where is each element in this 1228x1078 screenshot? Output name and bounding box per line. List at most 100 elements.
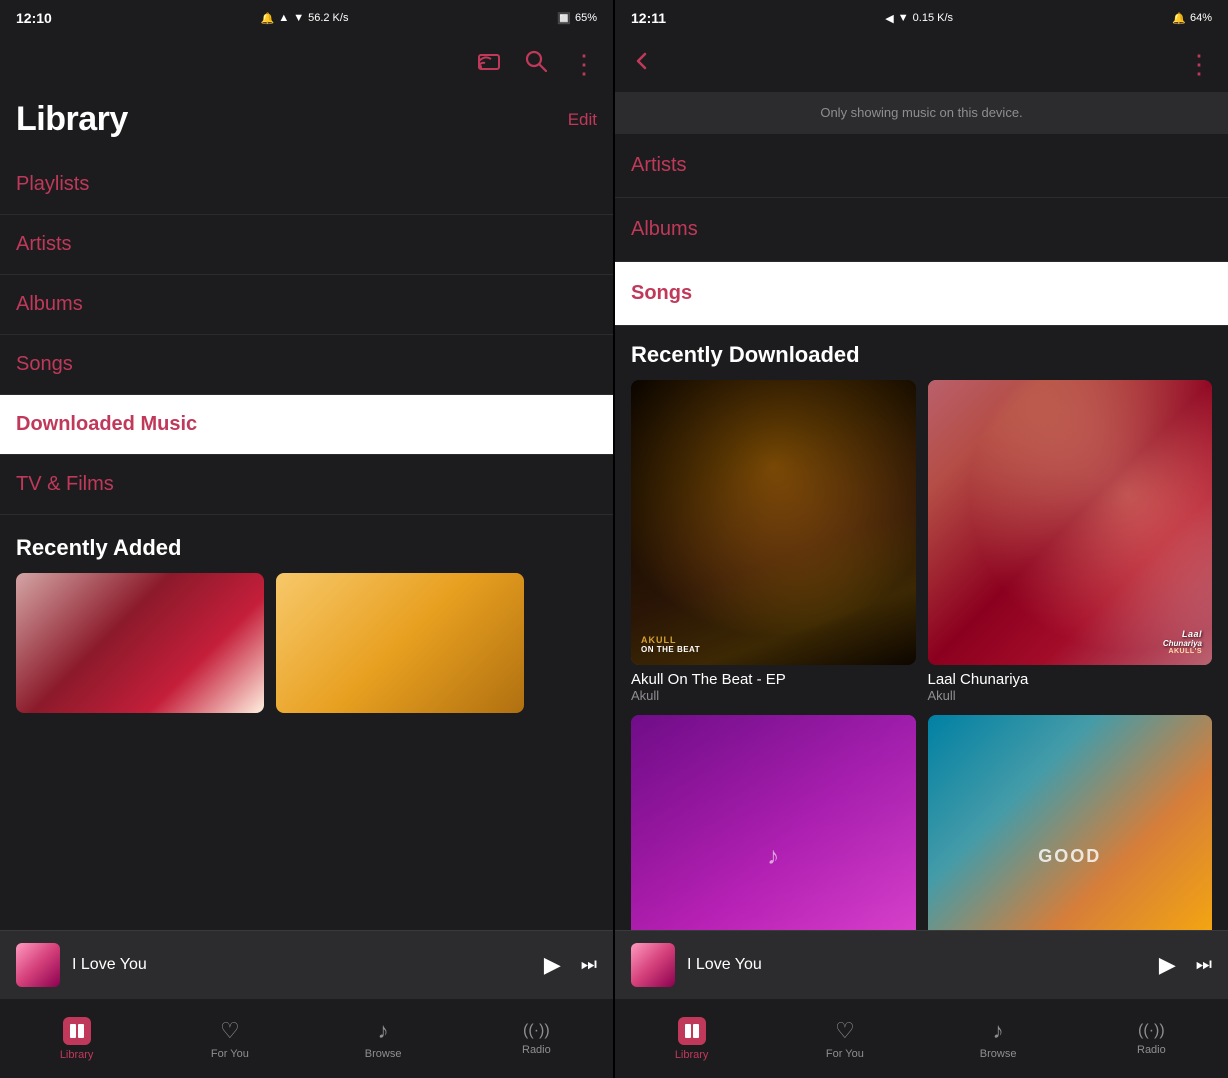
- right-battery-icon: 🔔: [1172, 12, 1186, 25]
- menu-item-label: Downloaded Music: [16, 413, 197, 435]
- rd-item-3[interactable]: ♪: [631, 715, 916, 931]
- rd-item-laal[interactable]: Laal Chunariya AKULL'S Laal Chunariya Ak…: [928, 380, 1213, 703]
- left-battery-area: 🔲 65%: [557, 12, 597, 25]
- menu-item-label: TV & Films: [16, 473, 114, 495]
- right-menu-artists[interactable]: Artists: [615, 134, 1228, 198]
- right-radio-icon: ((·)): [1138, 1022, 1165, 1040]
- page-title-row: Library Edit: [0, 92, 613, 155]
- tab-for-you[interactable]: ♡ For You: [200, 1018, 260, 1060]
- rd-art-akull: AKULL ON THE BEAT: [631, 380, 916, 665]
- album-row: [0, 573, 613, 729]
- left-top-nav: ⋮: [0, 36, 613, 92]
- right-tab-radio[interactable]: ((·)) Radio: [1121, 1022, 1181, 1056]
- device-notice: Only showing music on this device.: [615, 92, 1228, 134]
- left-time: 12:10: [16, 10, 52, 26]
- rd-item-akull[interactable]: AKULL ON THE BEAT Akull On The Beat - EP…: [631, 380, 916, 703]
- skip-forward-button-right[interactable]: ⏭: [1196, 954, 1212, 975]
- heart-icon: ♡: [220, 1018, 240, 1044]
- album-art-laal[interactable]: [16, 573, 264, 713]
- tab-library[interactable]: Library: [47, 1017, 107, 1061]
- wifi-icon: ▼: [293, 12, 304, 24]
- menu-item-tv-films[interactable]: TV & Films: [0, 455, 613, 515]
- search-icon[interactable]: [525, 50, 547, 78]
- rd-title-laal: Laal Chunariya: [928, 671, 1213, 688]
- edit-button[interactable]: Edit: [568, 110, 597, 130]
- menu-item-songs[interactable]: Songs: [0, 335, 613, 395]
- tab-browse[interactable]: ♪ Browse: [353, 1018, 413, 1060]
- page-title: Library: [16, 100, 128, 139]
- right-menu-songs[interactable]: Songs: [615, 262, 1228, 326]
- device-notice-text: Only showing music on this device.: [820, 105, 1022, 120]
- right-signal-icon: ◀: [885, 12, 893, 25]
- tab-for-you-label: For You: [211, 1048, 249, 1060]
- right-browse-icon: ♪: [993, 1018, 1004, 1044]
- right-status-bar: 12:11 ◀ ▼ 0.15 K/s 🔔 64%: [615, 0, 1228, 36]
- right-battery-area: 🔔 64%: [1172, 12, 1212, 25]
- cast-icon[interactable]: [477, 51, 501, 77]
- right-tab-browse[interactable]: ♪ Browse: [968, 1018, 1028, 1060]
- right-top-nav: ⋮: [615, 36, 1228, 92]
- menu-item-label: Songs: [16, 353, 73, 375]
- left-status-bar: 12:10 🔔 ▲ ▼ 56.2 K/s 🔲 65%: [0, 0, 613, 36]
- right-status-icons: ◀ ▼ 0.15 K/s: [885, 12, 953, 25]
- left-bottom-nav: Library ♡ For You ♪ Browse ((·)) Radio: [0, 998, 613, 1078]
- back-button[interactable]: [631, 50, 653, 78]
- right-speed: 0.15 K/s: [913, 12, 953, 24]
- right-time: 12:11: [631, 10, 666, 26]
- menu-item-artists[interactable]: Artists: [0, 215, 613, 275]
- right-tab-radio-label: Radio: [1137, 1044, 1166, 1056]
- tab-radio-label: Radio: [522, 1044, 551, 1056]
- skip-forward-button[interactable]: ⏭: [581, 954, 597, 975]
- play-button[interactable]: ▶: [544, 952, 561, 978]
- right-phone-screen: 12:11 ◀ ▼ 0.15 K/s 🔔 64% ⋮ Only showing …: [615, 0, 1228, 1078]
- right-tab-for-you-label: For You: [826, 1048, 864, 1060]
- left-phone-screen: 12:10 🔔 ▲ ▼ 56.2 K/s 🔲 65%: [0, 0, 613, 1078]
- recently-added-header: Recently Added: [0, 515, 613, 573]
- rd-item-4[interactable]: GOOD: [928, 715, 1213, 931]
- left-status-icons: 🔔 ▲ ▼ 56.2 K/s: [261, 12, 349, 25]
- album-art-gold[interactable]: [276, 573, 524, 713]
- play-button-right[interactable]: ▶: [1159, 952, 1176, 978]
- mini-player-title-right: I Love You: [687, 956, 1147, 974]
- right-tab-for-you[interactable]: ♡ For You: [815, 1018, 875, 1060]
- signal-icon: ▲: [278, 12, 289, 24]
- menu-item-label: Playlists: [16, 173, 89, 195]
- right-tab-library[interactable]: Library: [662, 1017, 722, 1061]
- rd-art-3: ♪: [631, 715, 916, 931]
- left-scroll-content: Library Edit Playlists Artists Albums So…: [0, 92, 613, 930]
- recently-downloaded-title: Recently Downloaded: [631, 326, 1212, 380]
- mini-player-left[interactable]: I Love You ▶ ⏭: [0, 930, 613, 998]
- mini-player-art: [16, 943, 60, 987]
- mini-player-art-right: [631, 943, 675, 987]
- recently-added-title: Recently Added: [16, 535, 181, 560]
- menu-item-playlists[interactable]: Playlists: [0, 155, 613, 215]
- tab-radio[interactable]: ((·)) Radio: [506, 1022, 566, 1056]
- menu-item-label: Artists: [16, 233, 72, 255]
- mini-player-right[interactable]: I Love You ▶ ⏭: [615, 930, 1228, 998]
- mini-player-controls-right: ▶ ⏭: [1159, 952, 1212, 978]
- right-wifi-icon: ▼: [898, 12, 909, 24]
- rd-art-laal: Laal Chunariya AKULL'S: [928, 380, 1213, 665]
- more-options-icon[interactable]: ⋮: [571, 49, 597, 80]
- recently-downloaded-grid: AKULL ON THE BEAT Akull On The Beat - EP…: [631, 380, 1212, 930]
- right-tab-browse-label: Browse: [980, 1048, 1017, 1060]
- menu-item-albums[interactable]: Albums: [0, 275, 613, 335]
- menu-item-downloaded[interactable]: Downloaded Music: [0, 395, 613, 455]
- mini-player-title: I Love You: [72, 956, 532, 974]
- menu-item-label: Albums: [16, 293, 83, 315]
- right-menu-albums[interactable]: Albums: [615, 198, 1228, 262]
- notification-icon: 🔔: [261, 12, 275, 25]
- right-heart-icon: ♡: [835, 1018, 855, 1044]
- battery-pct: 65%: [575, 12, 597, 24]
- tab-browse-label: Browse: [365, 1048, 402, 1060]
- speed-text: 56.2 K/s: [308, 12, 348, 24]
- right-library-icon: [678, 1017, 706, 1045]
- battery-icon: 🔲: [557, 12, 571, 25]
- tab-library-label: Library: [60, 1049, 94, 1061]
- recently-downloaded-section: Recently Downloaded AKULL ON THE BEAT A: [615, 326, 1228, 930]
- browse-icon: ♪: [378, 1018, 389, 1044]
- right-menu-label: Albums: [631, 218, 698, 240]
- right-scroll-content: Artists Albums Songs Recently Downloaded…: [615, 134, 1228, 930]
- right-more-icon[interactable]: ⋮: [1186, 49, 1212, 80]
- rd-art-4: GOOD: [928, 715, 1213, 931]
